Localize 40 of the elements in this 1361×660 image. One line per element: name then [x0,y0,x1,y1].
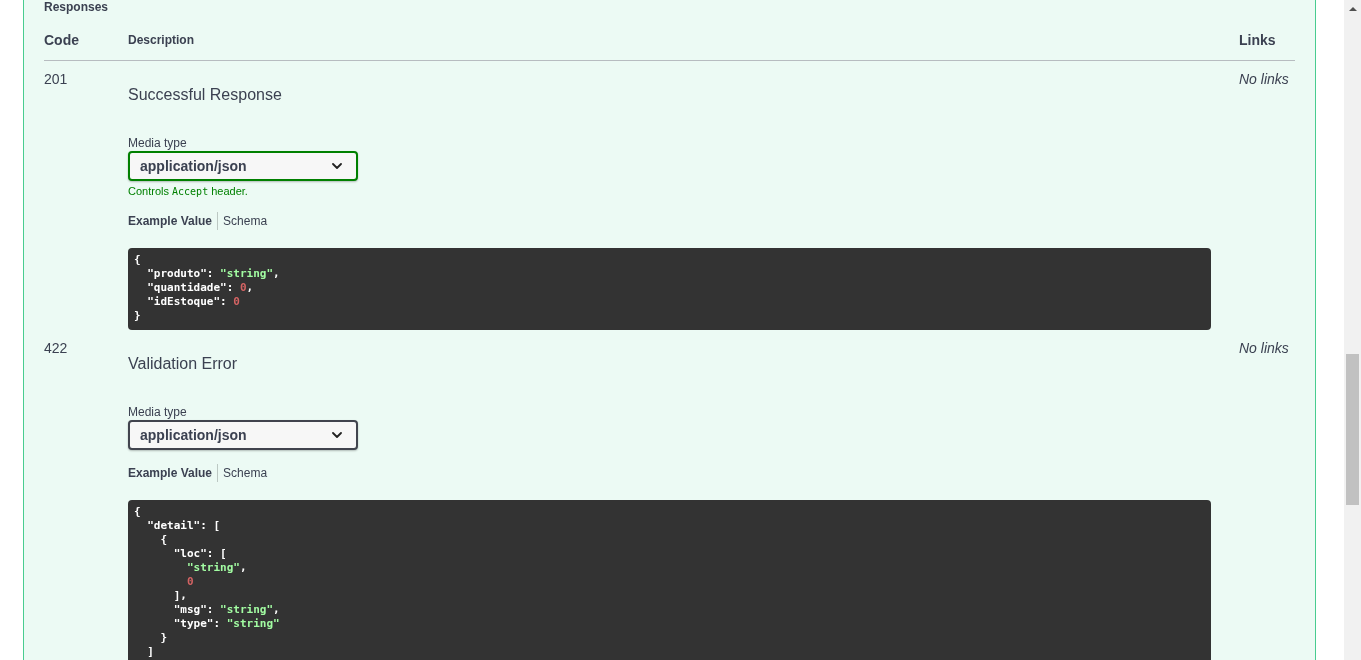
status-code: 201 [44,71,68,87]
code-line: "produto": "string", [146,267,280,281]
links-text: No links [1239,71,1289,87]
column-header: Links [1239,31,1276,50]
column-header: Description [128,32,194,49]
response-description: Validation Error [128,354,238,374]
code-line: "idEstoque": 0 [146,295,240,309]
scrollbar-track[interactable] [1344,0,1361,660]
code-line: } [159,631,168,645]
links-text: No links [1239,340,1289,356]
code-line: { [134,253,141,267]
column-header: Code [44,31,79,50]
code-line: 0 [185,575,194,589]
code-line: "quantidade": 0, [146,281,254,295]
code-line: } [134,309,141,323]
chevron-down-icon [332,432,342,438]
example-tab[interactable]: Schema [223,213,268,229]
scroll-up-arrow-icon[interactable] [1348,6,1357,11]
example-tab[interactable]: Schema [223,465,268,481]
response-description: Successful Response [128,85,282,105]
code-line: "string", [185,561,247,575]
accept-header-note: Controls Accept header. [128,185,248,198]
code-line: ] [146,645,154,659]
media-type-select[interactable]: application/json [128,420,358,450]
media-type-label: Media type [128,136,187,150]
scrollbar-thumb[interactable] [1346,354,1359,505]
code-line: ], [172,589,187,603]
media-type-select[interactable]: application/json [128,151,358,181]
media-type-label: Media type [128,405,187,419]
example-tab[interactable]: Example Value [128,465,213,481]
status-code: 422 [44,340,68,356]
code-line: { [159,533,168,547]
code-line: "msg": "string", [172,603,280,617]
example-tab[interactable]: Example Value [128,213,213,229]
code-line: "loc": [ [172,547,227,561]
code-line: { [134,505,141,519]
code-line: "detail": [ [146,519,221,533]
code-line: "type": "string" [172,617,280,631]
chevron-down-icon [332,163,342,169]
section-title: Responses [44,0,110,14]
